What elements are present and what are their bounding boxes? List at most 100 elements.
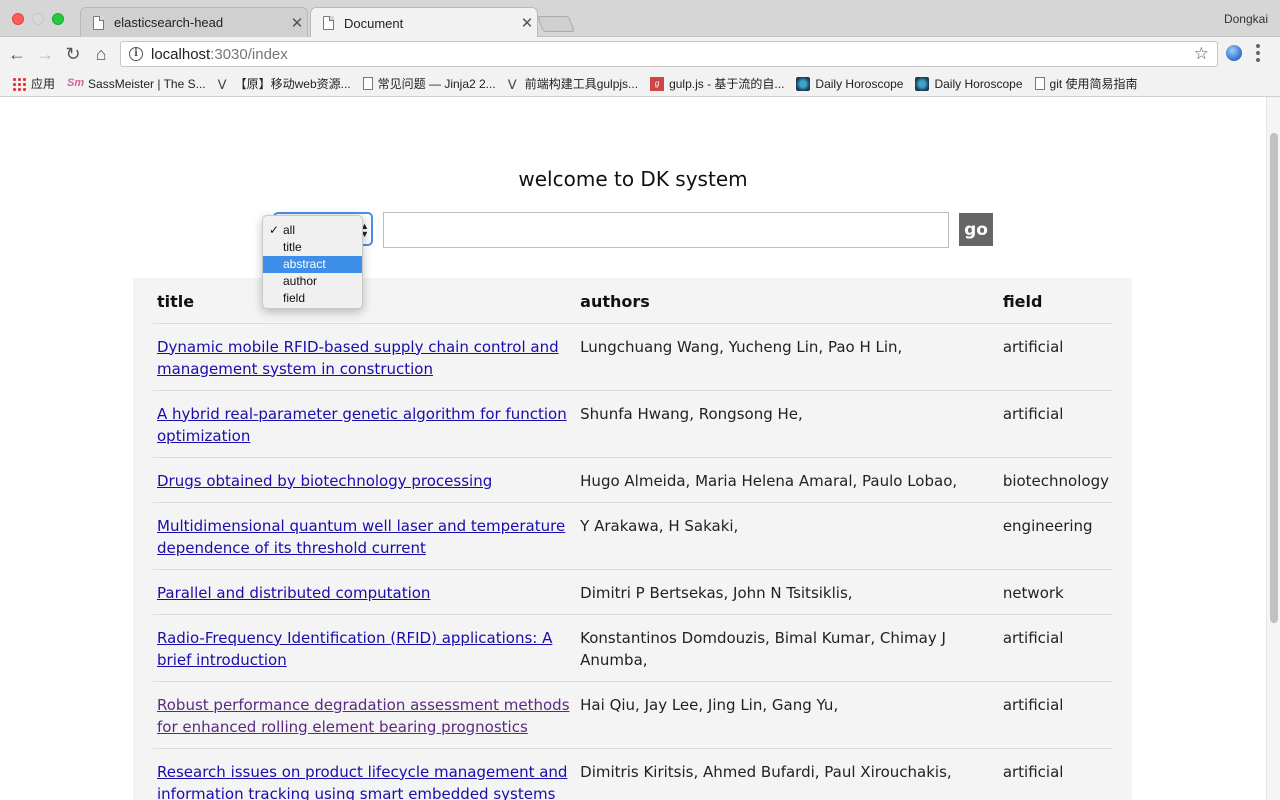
profile-name[interactable]: Dongkai xyxy=(1224,12,1268,26)
reload-icon[interactable]: ↻ xyxy=(62,43,84,65)
bookmark-daily-horoscope[interactable]: Daily Horoscope xyxy=(796,76,904,91)
horoscope-icon xyxy=(796,76,811,91)
star-icon[interactable]: ☆ xyxy=(1194,44,1209,64)
page-icon xyxy=(323,16,334,30)
forward-arrow-icon[interactable]: → xyxy=(34,43,56,65)
authors-cell: Dimitris Kiritsis, Ahmed Bufardi, Paul X… xyxy=(576,748,999,800)
authors-cell: Shunfa Hwang, Rongsong He, xyxy=(576,390,999,458)
scrollbar-thumb[interactable] xyxy=(1270,133,1278,623)
sassmeister-icon: Sm xyxy=(67,76,85,89)
filter-option-abstract[interactable]: abstract xyxy=(263,256,362,273)
url-host: localhost xyxy=(151,45,211,63)
browser-toolbar: ← → ↻ ⌂ i localhost:3030/index ☆ xyxy=(0,37,1280,71)
results-table: title authors field Dynamic mobile RFID-… xyxy=(153,278,1113,800)
field-cell: artificial xyxy=(998,681,1113,749)
bookmark-label: 【原】移动web资源... xyxy=(234,77,351,91)
field-cell: engineering xyxy=(998,502,1113,570)
field-cell: artificial xyxy=(998,390,1113,458)
bookmark-jinja2[interactable]: 常见问题 — Jinja2 2... xyxy=(362,75,496,92)
apps-grid-icon xyxy=(12,76,26,91)
globe-extension-icon[interactable] xyxy=(1226,45,1242,61)
paper-title-link[interactable]: Robust performance degradation assessmen… xyxy=(157,696,570,736)
gulp-icon: g xyxy=(650,76,665,91)
option-label: field xyxy=(283,291,306,305)
bookmarks-bar: 应用 Sm SassMeister | The S... ᐯ 【原】移动web资… xyxy=(0,71,1280,97)
filter-option-field[interactable]: field xyxy=(263,290,362,307)
authors-cell: Konstantinos Domdouzis, Bimal Kumar, Chi… xyxy=(576,614,999,682)
column-header-field: field xyxy=(998,278,1113,324)
filter-option-author[interactable]: author xyxy=(263,273,362,290)
bookmark-label: 常见问题 — Jinja2 2... xyxy=(377,77,496,91)
new-tab-button[interactable] xyxy=(537,16,575,32)
bookmark-label: SassMeister | The S... xyxy=(88,76,206,91)
bookmark-label: 前端构建工具gulpjs... xyxy=(524,77,639,91)
column-header-title: title xyxy=(153,278,577,324)
home-icon[interactable]: ⌂ xyxy=(90,43,112,65)
tab-document[interactable]: Document ✕ xyxy=(310,7,538,38)
go-button[interactable]: go xyxy=(959,213,993,246)
bookmark-sassmeister[interactable]: Sm SassMeister | The S... xyxy=(67,77,206,91)
option-label: title xyxy=(283,240,302,254)
address-bar[interactable]: i localhost:3030/index ☆ xyxy=(120,41,1218,67)
paper-title-link[interactable]: Multidimensional quantum well laser and … xyxy=(157,517,565,557)
bookmark-apps[interactable]: 应用 xyxy=(12,75,55,92)
paper-title-link[interactable]: Parallel and distributed computation xyxy=(157,584,430,602)
tab-title: elasticsearch-head xyxy=(114,15,224,30)
table-row: Robust performance degradation assessmen… xyxy=(153,681,1113,749)
back-arrow-icon[interactable]: ← xyxy=(6,43,28,65)
field-cell: artificial xyxy=(998,748,1113,800)
close-icon[interactable]: ✕ xyxy=(517,14,537,32)
more-menu-icon[interactable] xyxy=(1256,44,1260,62)
horoscope-icon xyxy=(915,76,930,91)
paper-title-link[interactable]: Research issues on product lifecycle man… xyxy=(157,763,567,800)
page-title: welcome to DK system xyxy=(518,167,748,191)
column-header-authors: authors xyxy=(576,278,999,324)
v-logo-icon: ᐯ xyxy=(217,76,227,92)
field-cell: biotechnology xyxy=(998,457,1113,503)
bookmark-daily-horoscope-2[interactable]: Daily Horoscope xyxy=(915,76,1023,91)
info-icon[interactable]: i xyxy=(129,47,143,61)
table-row: Drugs obtained by biotechnology processi… xyxy=(153,457,1113,503)
bookmark-gulpjs-tool[interactable]: ᐯ 前端构建工具gulpjs... xyxy=(508,75,638,92)
page-icon xyxy=(93,15,104,30)
option-label: author xyxy=(283,274,318,288)
v-logo-icon: ᐯ xyxy=(507,76,517,92)
close-icon[interactable]: ✕ xyxy=(287,14,307,32)
filter-option-title[interactable]: title xyxy=(263,239,362,256)
results-panel: title authors field Dynamic mobile RFID-… xyxy=(133,278,1132,800)
table-row: A hybrid real-parameter genetic algorith… xyxy=(153,390,1113,458)
page-icon xyxy=(1034,77,1045,90)
field-cell: network xyxy=(998,569,1113,615)
table-row: Research issues on product lifecycle man… xyxy=(153,748,1113,800)
page-content: welcome to DK system ▲ ▼ go ✓ all title a… xyxy=(0,97,1266,800)
bookmark-git-guide[interactable]: git 使用简易指南 xyxy=(1034,75,1138,92)
close-window-button[interactable] xyxy=(12,13,24,25)
filter-option-all[interactable]: ✓ all xyxy=(263,222,362,239)
authors-cell: Y Arakawa, H Sakaki, xyxy=(576,502,999,570)
search-input[interactable] xyxy=(383,212,949,248)
table-row: Dynamic mobile RFID-based supply chain c… xyxy=(153,323,1113,391)
option-label: all xyxy=(283,223,296,237)
bookmark-label: Daily Horoscope xyxy=(815,76,904,91)
authors-cell: Dimitri P Bertsekas, John N Tsitsiklis, xyxy=(576,569,999,615)
table-row: Parallel and distributed computation Dim… xyxy=(153,569,1113,615)
paper-title-link[interactable]: Dynamic mobile RFID-based supply chain c… xyxy=(157,338,559,378)
authors-cell: Hugo Almeida, Maria Helena Amaral, Paulo… xyxy=(576,457,999,503)
paper-title-link[interactable]: Drugs obtained by biotechnology processi… xyxy=(157,472,492,490)
bookmark-mobile-web[interactable]: ᐯ 【原】移动web资源... xyxy=(218,75,351,92)
minimize-window-button[interactable] xyxy=(32,13,44,25)
checkmark-icon: ✓ xyxy=(269,223,280,237)
bookmark-label: git 使用简易指南 xyxy=(1049,77,1138,91)
bookmark-gulp[interactable]: g gulp.js - 基于流的自... xyxy=(650,75,784,92)
option-label: abstract xyxy=(283,257,326,271)
paper-title-link[interactable]: Radio-Frequency Identification (RFID) ap… xyxy=(157,629,552,669)
bookmark-label: Daily Horoscope xyxy=(934,76,1023,91)
paper-title-link[interactable]: A hybrid real-parameter genetic algorith… xyxy=(157,405,567,445)
browser-titlebar: elasticsearch-head ✕ Document ✕ Dongkai xyxy=(0,0,1280,38)
page-scrollbar[interactable] xyxy=(1266,97,1280,800)
tab-elasticsearch-head[interactable]: elasticsearch-head ✕ xyxy=(80,7,308,37)
table-row: Radio-Frequency Identification (RFID) ap… xyxy=(153,614,1113,682)
authors-cell: Lungchuang Wang, Yucheng Lin, Pao H Lin, xyxy=(576,323,999,391)
maximize-window-button[interactable] xyxy=(52,13,64,25)
authors-cell: Hai Qiu, Jay Lee, Jing Lin, Gang Yu, xyxy=(576,681,999,749)
